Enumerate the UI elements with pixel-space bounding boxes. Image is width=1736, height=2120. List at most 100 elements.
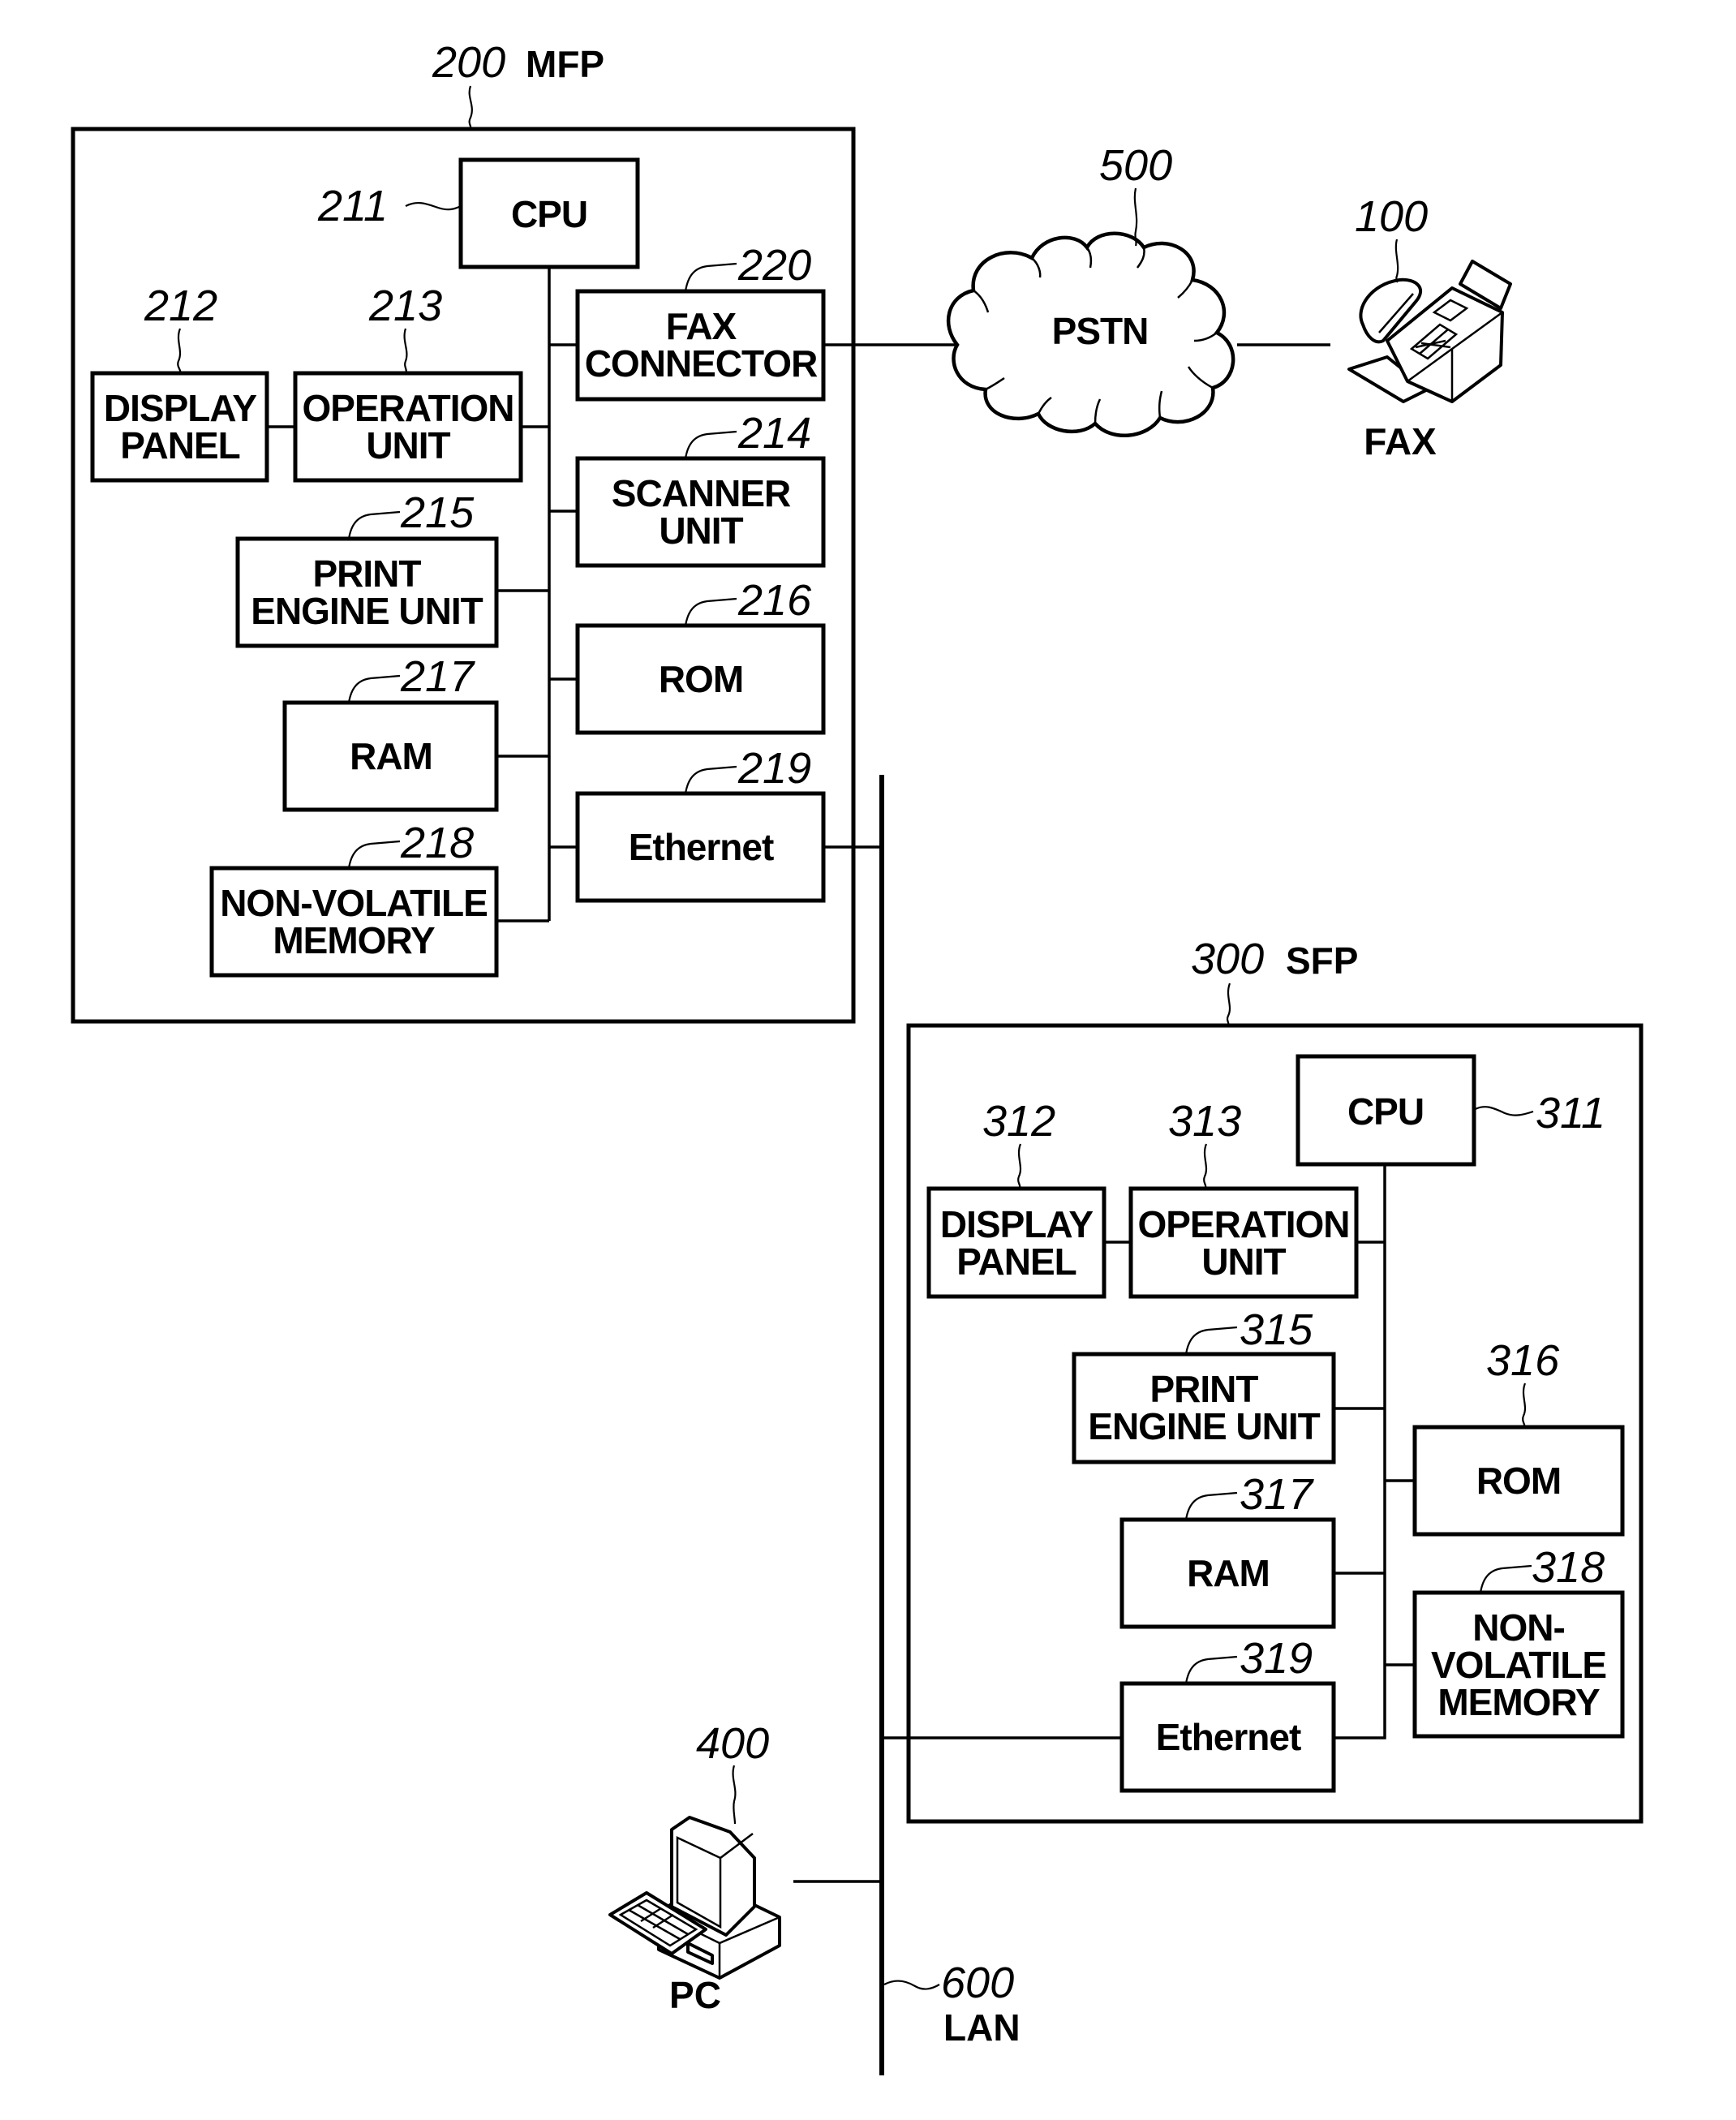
- sfp-print-engine-label-line1: PRINT: [1150, 1368, 1259, 1410]
- sfp-leader-line: [1226, 983, 1231, 1026]
- sfp-ethernet-label: Ethernet: [1156, 1716, 1301, 1758]
- sfp-ethernet-leader: [1184, 1655, 1238, 1684]
- sfp-ref-number: 300: [1191, 935, 1264, 983]
- mfp-nvm-label-line1: NON-VOLATILE: [220, 882, 488, 924]
- sfp-operation-unit-ref: 313: [1168, 1097, 1241, 1146]
- sfp-cpu-ref: 311: [1536, 1089, 1605, 1137]
- mfp-ram-ref: 217: [400, 652, 475, 701]
- mfp-display-panel-ref: 212: [144, 282, 217, 330]
- sfp-nvm-leader: [1479, 1564, 1532, 1593]
- sfp-title: SFP: [1286, 940, 1358, 982]
- network-block-diagram: 200 MFP CPU 211 DISPLAY PANEL 212 OPERAT…: [71, 38, 1644, 2075]
- mfp-print-engine-label-line1: PRINT: [313, 553, 422, 595]
- mfp-fax-connector-label-line2: CONNECTOR: [585, 342, 818, 385]
- pstn-leader: [1133, 187, 1138, 247]
- sfp-ethernet-ref: 319: [1240, 1634, 1313, 1683]
- mfp-scanner-unit-leader: [684, 430, 737, 459]
- sfp-ram-leader: [1184, 1491, 1238, 1520]
- fax-machine-icon: [1347, 260, 1512, 403]
- sfp-display-panel-label-line1: DISPLAY: [940, 1203, 1093, 1245]
- mfp-nvm-leader: [347, 840, 401, 869]
- sfp-cpu-block: CPU 311: [1296, 1054, 1605, 1167]
- pc-label: PC: [669, 1974, 721, 2016]
- mfp-group: 200 MFP CPU 211 DISPLAY PANEL 212 OPERAT…: [71, 38, 856, 1024]
- mfp-scanner-unit-label-line2: UNIT: [659, 510, 743, 552]
- mfp-ethernet-ref: 219: [737, 744, 811, 793]
- mfp-fax-connector-label-line1: FAX: [666, 305, 737, 347]
- mfp-print-engine-ref: 215: [400, 488, 475, 537]
- sfp-display-panel-label-line2: PANEL: [956, 1241, 1076, 1283]
- fax-label: FAX: [1364, 420, 1437, 462]
- mfp-non-volatile-memory-block: NON-VOLATILE MEMORY 218: [209, 819, 499, 978]
- pstn-label: PSTN: [1052, 310, 1149, 352]
- mfp-ethernet-label: Ethernet: [629, 826, 774, 868]
- mfp-cpu-label: CPU: [511, 193, 587, 235]
- sfp-cpu-label: CPU: [1347, 1090, 1424, 1133]
- mfp-nvm-ref: 218: [400, 819, 474, 867]
- fax-ref: 100: [1355, 192, 1428, 241]
- desktop-computer-icon: [608, 1816, 781, 1980]
- mfp-leader-line: [468, 85, 473, 130]
- mfp-operation-unit-ref: 213: [368, 282, 442, 330]
- mfp-print-engine-leader: [347, 510, 401, 540]
- mfp-display-panel-label-line2: PANEL: [120, 424, 240, 467]
- pstn-ref: 500: [1099, 141, 1172, 190]
- mfp-scanner-unit-block: SCANNER UNIT 214: [575, 409, 826, 568]
- lan-leader: [883, 1980, 940, 1990]
- mfp-nvm-label-line2: MEMORY: [273, 919, 435, 961]
- sfp-operation-unit-leader: [1203, 1143, 1208, 1189]
- mfp-rom-ref: 216: [737, 576, 812, 625]
- pstn-cloud: PSTN 500: [946, 141, 1235, 438]
- mfp-ram-block: RAM 217: [282, 652, 499, 812]
- sfp-display-panel-ref: 312: [982, 1097, 1055, 1146]
- sfp-print-engine-unit-block: PRINT ENGINE UNIT 315: [1072, 1305, 1336, 1464]
- sfp-print-engine-ref: 315: [1240, 1305, 1313, 1354]
- sfp-rom-block: ROM 316: [1412, 1336, 1625, 1537]
- mfp-rom-label: ROM: [659, 658, 743, 700]
- sfp-cpu-leader: [1473, 1106, 1534, 1116]
- sfp-operation-unit-label-line1: OPERATION: [1137, 1203, 1349, 1245]
- lan-label: LAN: [943, 2006, 1021, 2049]
- mfp-scanner-unit-label-line1: SCANNER: [612, 472, 791, 514]
- sfp-print-engine-label-line2: ENGINE UNIT: [1088, 1405, 1320, 1447]
- mfp-cpu-ref: 211: [317, 182, 388, 230]
- mfp-ethernet-leader: [684, 765, 737, 794]
- sfp-group: 300 SFP CPU 311 DISPLAY PANEL 312 OPERAT…: [906, 935, 1644, 1824]
- sfp-print-engine-leader: [1184, 1326, 1238, 1355]
- mfp-operation-unit-block: OPERATION UNIT 213: [293, 282, 523, 483]
- mfp-ram-label: RAM: [350, 735, 432, 777]
- sfp-rom-label: ROM: [1476, 1460, 1561, 1502]
- mfp-fax-connector-ref: 220: [737, 241, 811, 290]
- mfp-rom-leader: [684, 597, 737, 626]
- sfp-ethernet-block: Ethernet 319: [1119, 1634, 1336, 1793]
- mfp-operation-unit-label-line1: OPERATION: [302, 387, 513, 429]
- sfp-operation-unit-label-line2: UNIT: [1201, 1241, 1286, 1283]
- mfp-ref-number: 200: [432, 38, 505, 87]
- fax-leader: [1394, 239, 1399, 283]
- pc-device: 400 PC: [608, 1719, 781, 2016]
- pc-leader: [732, 1765, 737, 1825]
- sfp-ram-block: RAM 317: [1119, 1470, 1336, 1629]
- sfp-nvm-label-line2: VOLATILE: [1431, 1644, 1606, 1686]
- mfp-rom-block: ROM 216: [575, 576, 826, 735]
- mfp-fax-connector-leader: [684, 262, 737, 292]
- mfp-ethernet-block: Ethernet 219: [575, 744, 826, 903]
- mfp-cpu-leader: [405, 201, 462, 211]
- mfp-print-engine-unit-block: PRINT ENGINE UNIT 215: [235, 488, 499, 648]
- sfp-display-panel-block: DISPLAY PANEL 312: [926, 1097, 1106, 1299]
- lan-ref: 600: [941, 1959, 1014, 2007]
- mfp-scanner-unit-ref: 214: [737, 409, 811, 458]
- mfp-title: MFP: [526, 43, 604, 85]
- sfp-display-panel-leader: [1017, 1143, 1022, 1189]
- pc-ref: 400: [696, 1719, 769, 1768]
- sfp-ram-ref: 317: [1240, 1470, 1314, 1519]
- sfp-rom-leader: [1522, 1383, 1527, 1428]
- mfp-print-engine-label-line2: ENGINE UNIT: [251, 590, 483, 632]
- mfp-operation-unit-leader: [403, 328, 408, 374]
- sfp-nvm-ref: 318: [1532, 1543, 1605, 1592]
- sfp-rom-ref: 316: [1486, 1336, 1560, 1385]
- mfp-display-panel-leader: [177, 328, 182, 374]
- mfp-ram-leader: [347, 674, 401, 703]
- fax-device: 100 FAX: [1347, 192, 1512, 462]
- sfp-ram-label: RAM: [1187, 1552, 1270, 1594]
